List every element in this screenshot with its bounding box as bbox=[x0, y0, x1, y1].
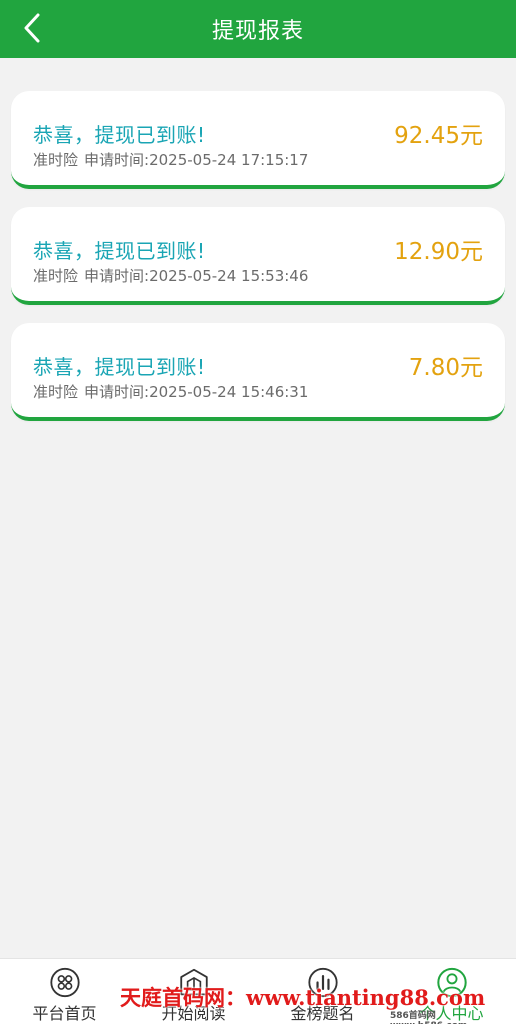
page-title: 提现报表 bbox=[211, 19, 304, 44]
record-time-label: 申请时间: bbox=[84, 267, 150, 285]
record-type: 准时险 bbox=[33, 267, 79, 285]
withdrawal-record-card[interactable]: 恭喜，提现已到账! 准时险 申请时间:2025-05-24 15:53:46 12… bbox=[11, 207, 505, 305]
record-status-title: 恭喜，提现已到账! bbox=[33, 123, 206, 147]
record-status-title: 恭喜，提现已到账! bbox=[33, 355, 206, 379]
record-type: 准时险 bbox=[33, 383, 79, 401]
tab-label: 平台首页 bbox=[32, 1004, 97, 1023]
record-status-title: 恭喜，提现已到账! bbox=[33, 239, 206, 263]
record-meta: 准时险 申请时间:2025-05-24 17:15:17 bbox=[33, 149, 308, 170]
record-amount: 7.80元 bbox=[408, 355, 483, 381]
chevron-left-icon bbox=[24, 13, 40, 43]
record-time: 2025-05-24 17:15:17 bbox=[149, 151, 309, 169]
watermark-small-text: 586首码网 www.h586.com bbox=[390, 1011, 467, 1024]
record-type: 准时险 bbox=[33, 151, 79, 169]
record-time-label: 申请时间: bbox=[84, 151, 150, 169]
tab-home[interactable]: 平台首页 bbox=[0, 959, 129, 1024]
record-amount: 12.90元 bbox=[394, 239, 483, 265]
record-amount: 92.45元 bbox=[394, 123, 483, 149]
withdrawal-record-card[interactable]: 恭喜，提现已到账! 准时险 申请时间:2025-05-24 17:15:17 92… bbox=[11, 91, 505, 189]
record-meta: 准时险 申请时间:2025-05-24 15:53:46 bbox=[33, 265, 308, 286]
app-header: 提现报表 bbox=[0, 0, 516, 58]
back-button[interactable] bbox=[14, 10, 50, 46]
record-time-label: 申请时间: bbox=[84, 383, 150, 401]
record-time: 2025-05-24 15:53:46 bbox=[149, 267, 309, 285]
record-time: 2025-05-24 15:46:31 bbox=[149, 383, 309, 401]
grid-circles-icon bbox=[49, 967, 80, 998]
record-meta: 准时险 申请时间:2025-05-24 15:46:31 bbox=[33, 381, 308, 402]
withdrawal-record-card[interactable]: 恭喜，提现已到账! 准时险 申请时间:2025-05-24 15:46:31 7.… bbox=[11, 323, 505, 421]
